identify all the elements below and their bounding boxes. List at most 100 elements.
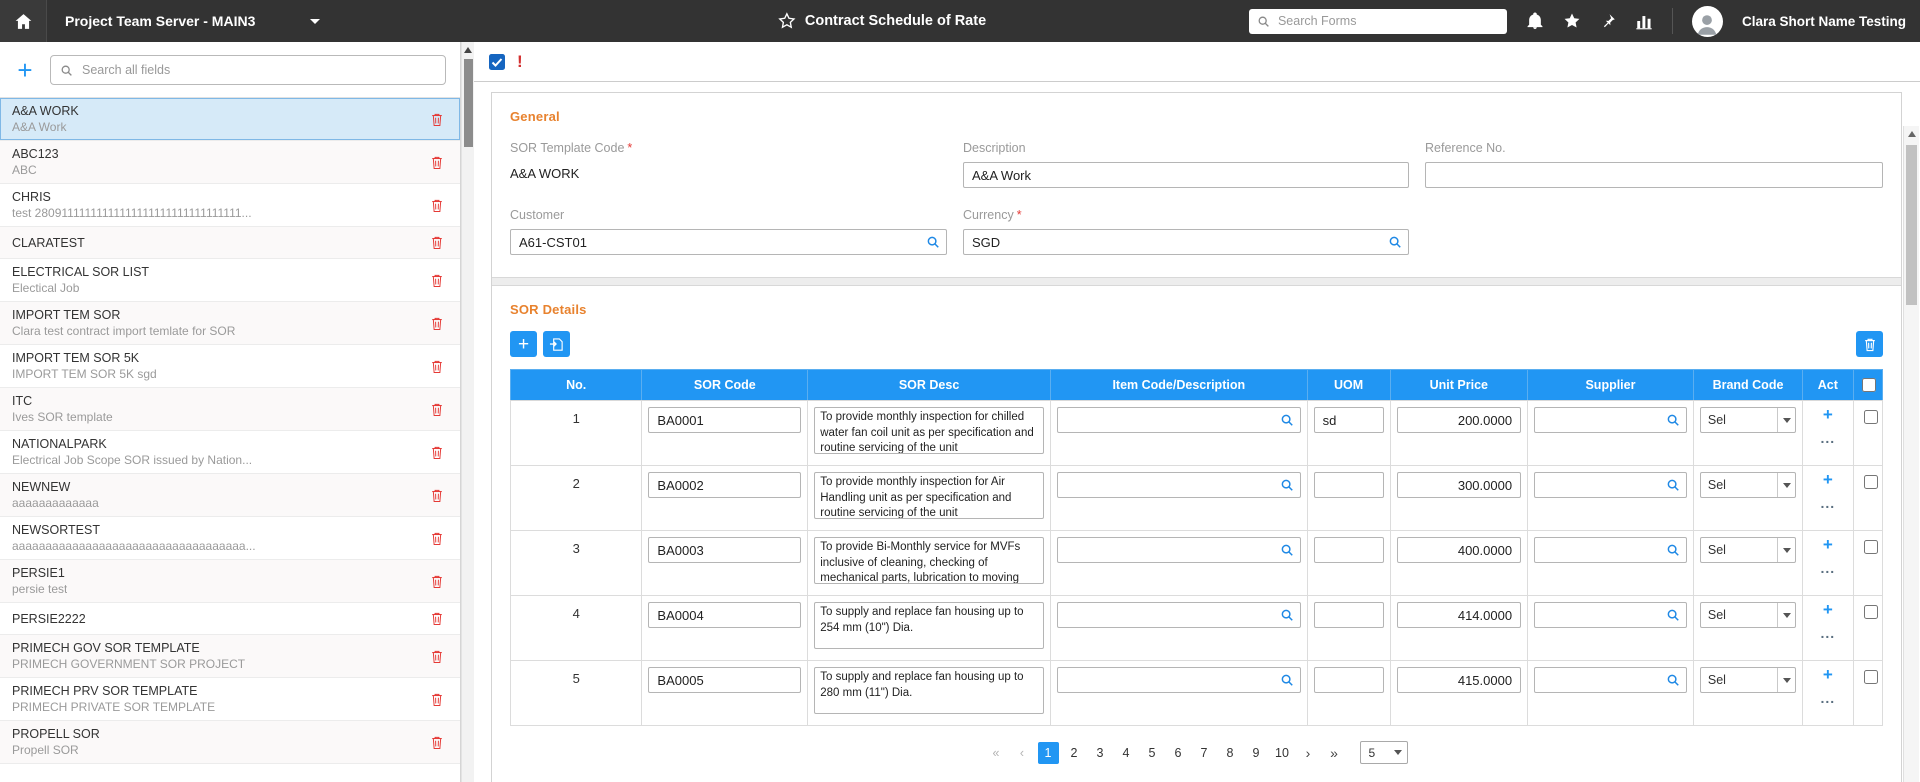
search-forms-input[interactable]	[1275, 13, 1499, 29]
supplier-lookup-icon[interactable]	[1666, 608, 1680, 622]
item-code-lookup-icon[interactable]	[1280, 608, 1294, 622]
page-button[interactable]: 2	[1064, 742, 1085, 764]
unit-price-input[interactable]	[1396, 667, 1522, 693]
sidebar-search-input[interactable]	[80, 62, 436, 78]
last-page-button[interactable]: »	[1324, 742, 1345, 764]
page-size-select[interactable]: 5	[1359, 741, 1408, 764]
item-code-lookup-icon[interactable]	[1280, 543, 1294, 557]
delete-item-button[interactable]	[428, 733, 446, 752]
list-item[interactable]: PRIMECH GOV SOR TEMPLATE PRIMECH GOVERNM…	[0, 635, 460, 678]
item-code-lookup-icon[interactable]	[1280, 478, 1294, 492]
next-page-button[interactable]: ›	[1298, 742, 1319, 764]
prev-page-button[interactable]: ‹	[1012, 742, 1033, 764]
unit-price-input[interactable]	[1396, 407, 1522, 433]
item-code-input[interactable]	[1056, 667, 1301, 693]
supplier-input[interactable]	[1534, 667, 1687, 693]
description-input[interactable]	[963, 162, 1409, 188]
delete-item-button[interactable]	[428, 529, 446, 548]
customer-input[interactable]	[510, 229, 947, 255]
add-sor-row-button[interactable]: +	[510, 331, 537, 357]
row-add-button[interactable]: +	[1809, 536, 1847, 553]
page-button[interactable]: 8	[1220, 742, 1241, 764]
uom-input[interactable]	[1313, 537, 1384, 563]
favorite-star-icon[interactable]	[778, 12, 796, 30]
first-page-button[interactable]: «	[986, 742, 1007, 764]
list-item[interactable]: IMPORT TEM SOR Clara test contract impor…	[0, 302, 460, 345]
app-switcher[interactable]: Project Team Server - MAIN3	[47, 13, 338, 29]
delete-item-button[interactable]	[428, 647, 446, 666]
row-more-button[interactable]: ...	[1809, 561, 1847, 575]
delete-item-button[interactable]	[428, 572, 446, 591]
delete-item-button[interactable]	[428, 357, 446, 376]
list-item[interactable]: PERSIE2222	[0, 603, 460, 635]
unit-price-input[interactable]	[1396, 472, 1522, 498]
row-more-button[interactable]: ...	[1809, 691, 1847, 705]
row-checkbox[interactable]	[1863, 670, 1878, 684]
delete-item-button[interactable]	[428, 153, 446, 172]
save-form-button[interactable]	[488, 53, 506, 71]
delete-item-button[interactable]	[428, 314, 446, 333]
list-item[interactable]: IMPORT TEM SOR 5K IMPORT TEM SOR 5K sgd	[0, 345, 460, 388]
sor-desc-textarea[interactable]: To supply and replace fan housing up to …	[814, 602, 1044, 649]
list-item[interactable]: NEWSORTEST aaaaaaaaaaaaaaaaaaaaaaaaaaaaa…	[0, 517, 460, 560]
item-code-lookup-icon[interactable]	[1280, 413, 1294, 427]
delete-item-button[interactable]	[428, 486, 446, 505]
delete-item-button[interactable]	[428, 110, 446, 129]
sor-desc-textarea[interactable]: To provide monthly inspection for Air Ha…	[814, 472, 1044, 519]
list-item[interactable]: PERSIE1 persie test	[0, 560, 460, 603]
scrollbar-thumb[interactable]	[464, 59, 473, 147]
list-item[interactable]: PROPELL SOR Propell SOR	[0, 721, 460, 764]
sor-code-input[interactable]	[648, 407, 802, 433]
row-checkbox[interactable]	[1863, 540, 1878, 554]
brand-code-select[interactable]: Sel	[1699, 667, 1797, 693]
brand-code-select[interactable]: Sel	[1699, 602, 1797, 628]
alert-icon[interactable]: !	[517, 52, 523, 72]
list-item[interactable]: CHRIS test 28091111111111111111111111111…	[0, 184, 460, 227]
sor-code-input[interactable]	[648, 472, 802, 498]
sor-desc-textarea[interactable]: To provide monthly inspection for chille…	[814, 407, 1044, 454]
item-code-lookup-icon[interactable]	[1280, 673, 1294, 687]
list-item[interactable]: A&A WORK A&A Work	[0, 98, 460, 141]
favorites-button[interactable]	[1563, 12, 1581, 30]
sor-code-input[interactable]	[648, 667, 802, 693]
scroll-up-button[interactable]	[462, 42, 474, 57]
sor-code-input[interactable]	[648, 537, 802, 563]
row-checkbox[interactable]	[1863, 605, 1878, 619]
page-button[interactable]: 6	[1168, 742, 1189, 764]
list-item[interactable]: ELECTRICAL SOR LIST Electical Job	[0, 259, 460, 302]
supplier-lookup-icon[interactable]	[1666, 543, 1680, 557]
supplier-lookup-icon[interactable]	[1666, 478, 1680, 492]
uom-input[interactable]	[1313, 602, 1384, 628]
reports-button[interactable]	[1635, 12, 1653, 30]
supplier-input[interactable]	[1534, 602, 1687, 628]
item-code-input[interactable]	[1056, 602, 1301, 628]
row-add-button[interactable]: +	[1809, 471, 1847, 488]
page-button[interactable]: 1	[1037, 741, 1059, 764]
scroll-up-button[interactable]	[1904, 126, 1919, 141]
row-more-button[interactable]: ...	[1809, 431, 1847, 445]
supplier-input[interactable]	[1534, 407, 1687, 433]
row-add-button[interactable]: +	[1809, 666, 1847, 683]
list-item[interactable]: NATIONALPARK Electrical Job Scope SOR is…	[0, 431, 460, 474]
list-item[interactable]: CLARATEST	[0, 227, 460, 259]
unit-price-input[interactable]	[1396, 537, 1522, 563]
sor-desc-textarea[interactable]: To provide Bi-Monthly service for MVFs i…	[814, 537, 1044, 584]
row-more-button[interactable]: ...	[1809, 496, 1847, 510]
pinned-button[interactable]	[1600, 13, 1616, 29]
page-button[interactable]: 4	[1116, 742, 1137, 764]
user-avatar[interactable]	[1691, 5, 1723, 37]
delete-item-button[interactable]	[428, 400, 446, 419]
delete-item-button[interactable]	[428, 233, 446, 252]
page-button[interactable]: 9	[1246, 742, 1267, 764]
page-button[interactable]: 10	[1272, 742, 1293, 764]
supplier-input[interactable]	[1534, 472, 1687, 498]
row-add-button[interactable]: +	[1809, 406, 1847, 423]
list-item[interactable]: PRIMECH PRV SOR TEMPLATE PRIMECH PRIVATE…	[0, 678, 460, 721]
uom-input[interactable]	[1313, 667, 1384, 693]
sidebar-scrollbar[interactable]	[461, 42, 474, 782]
main-scrollbar[interactable]	[1903, 126, 1919, 782]
sor-desc-textarea[interactable]: To supply and replace fan housing up to …	[814, 667, 1044, 714]
delete-item-button[interactable]	[428, 196, 446, 215]
row-more-button[interactable]: ...	[1809, 626, 1847, 640]
item-code-input[interactable]	[1056, 407, 1301, 433]
